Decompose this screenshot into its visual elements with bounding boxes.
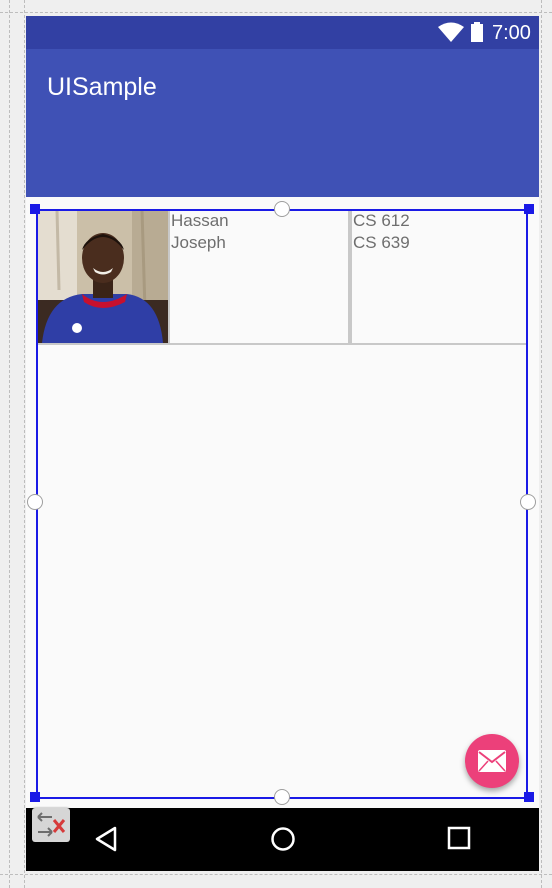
home-circle-icon[interactable] <box>270 826 296 852</box>
status-time: 7:00 <box>492 22 531 44</box>
resize-handle-top-left[interactable] <box>30 204 40 214</box>
constraint-handle-right[interactable] <box>520 494 536 510</box>
app-bar: UISample <box>26 49 539 197</box>
guide-line-bottom <box>0 874 552 875</box>
resize-handle-bottom-right[interactable] <box>524 792 534 802</box>
navigation-bar <box>26 808 539 871</box>
battery-icon <box>471 22 483 42</box>
convert-view-button[interactable] <box>32 808 70 842</box>
resize-handle-top-right[interactable] <box>524 204 534 214</box>
guide-line-top <box>0 12 552 13</box>
constraint-handle-top[interactable] <box>274 201 290 217</box>
selection-box[interactable] <box>36 209 528 799</box>
guide-line-right <box>541 0 542 888</box>
wifi-icon <box>438 22 464 42</box>
back-triangle-icon[interactable] <box>94 826 118 852</box>
recents-square-icon[interactable] <box>447 826 471 850</box>
constraint-handle-left[interactable] <box>27 494 43 510</box>
constraint-handle-bottom[interactable] <box>274 789 290 805</box>
guide-line-left <box>9 0 10 888</box>
convert-view-icon <box>37 812 66 837</box>
resize-handle-bottom-left[interactable] <box>30 792 40 802</box>
guide-line-left-inner <box>24 0 25 888</box>
status-bar: 7:00 <box>26 16 539 49</box>
app-title: UISample <box>47 73 157 101</box>
